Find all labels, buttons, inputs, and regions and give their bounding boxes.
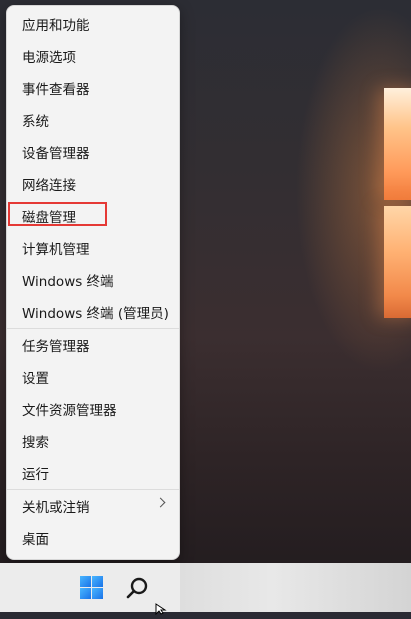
menu-item-device-manager[interactable]: 设备管理器 (7, 136, 179, 168)
menu-item-label: Windows 终端 (22, 274, 114, 290)
menu-item-windows-terminal-admin[interactable]: Windows 终端 (管理员) (7, 296, 179, 328)
red-highlight-box (8, 202, 107, 226)
menu-item-windows-terminal[interactable]: Windows 终端 (7, 264, 179, 296)
menu-item-label: 应用和功能 (22, 18, 90, 34)
menu-item-search[interactable]: 搜索 (7, 425, 179, 457)
search-icon[interactable] (124, 574, 152, 602)
menu-item-label: 电源选项 (22, 50, 76, 66)
menu-item-disk-management[interactable]: 磁盘管理 (7, 200, 179, 232)
menu-item-run[interactable]: 运行 (7, 457, 179, 489)
menu-item-desktop[interactable]: 桌面 (7, 522, 179, 554)
menu-item-label: 运行 (22, 467, 49, 483)
menu-item-label: 桌面 (22, 532, 49, 548)
menu-item-network-connections[interactable]: 网络连接 (7, 168, 179, 200)
menu-item-power-options[interactable]: 电源选项 (7, 40, 179, 72)
menu-item-label: 关机或注销 (22, 500, 90, 516)
menu-item-label: 网络连接 (22, 178, 76, 194)
menu-item-shutdown-signout[interactable]: 关机或注销 (7, 490, 179, 522)
wallpaper-logo-pane-bottom (384, 206, 411, 318)
menu-item-settings[interactable]: 设置 (7, 361, 179, 393)
windows-start-icon[interactable] (80, 576, 103, 599)
menu-item-label: 系统 (22, 114, 49, 130)
menu-item-label: 设置 (22, 371, 49, 387)
chevron-right-icon (155, 497, 166, 508)
menu-item-label: 计算机管理 (22, 242, 90, 258)
menu-item-label: 搜索 (22, 435, 49, 451)
menu-item-label: Windows 终端 (管理员) (22, 306, 169, 322)
menu-item-system[interactable]: 系统 (7, 104, 179, 136)
menu-item-apps-features[interactable]: 应用和功能 (7, 8, 179, 40)
menu-item-label: 任务管理器 (22, 339, 90, 355)
menu-item-computer-management[interactable]: 计算机管理 (7, 232, 179, 264)
menu-item-label: 文件资源管理器 (22, 403, 117, 419)
menu-item-event-viewer[interactable]: 事件查看器 (7, 72, 179, 104)
menu-item-task-manager[interactable]: 任务管理器 (7, 329, 179, 361)
menu-item-label: 事件查看器 (22, 82, 90, 98)
menu-item-label: 设备管理器 (22, 146, 90, 162)
wallpaper-logo-pane-top (384, 88, 411, 200)
taskbar-blurred-area (180, 563, 411, 612)
menu-item-file-explorer[interactable]: 文件资源管理器 (7, 393, 179, 425)
quick-link-menu: 应用和功能 电源选项 事件查看器 系统 设备管理器 网络连接 磁盘管理 计算机管… (6, 5, 180, 560)
mouse-cursor-icon (155, 600, 167, 616)
wallpaper-windows-logo (384, 88, 411, 328)
